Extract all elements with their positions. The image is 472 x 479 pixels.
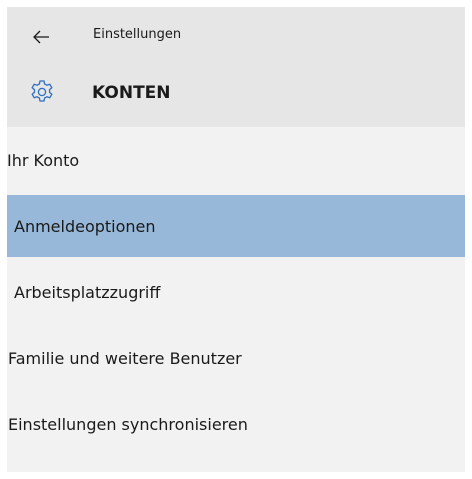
nav-item-label: Anmeldeoptionen xyxy=(14,216,156,236)
nav-item-familie[interactable]: Familie und weitere Benutzer xyxy=(7,325,465,391)
nav-item-ihr-konto[interactable]: Ihr Konto xyxy=(7,127,465,193)
settings-nav: Ihr Konto Anmeldeoptionen Arbeitsplatzzu… xyxy=(7,127,465,457)
nav-item-label: Ihr Konto xyxy=(7,150,80,170)
settings-window: Einstellungen KONTEN Ihr Konto Anmeldeop… xyxy=(0,0,472,479)
settings-panel: Einstellungen KONTEN Ihr Konto Anmeldeop… xyxy=(7,7,465,472)
nav-item-anmeldeoptionen[interactable]: Anmeldeoptionen xyxy=(7,195,465,257)
back-arrow-icon xyxy=(33,30,49,44)
gear-icon xyxy=(31,80,53,102)
nav-item-label: Einstellungen synchronisieren xyxy=(8,414,248,434)
nav-item-label: Arbeitsplatzzugriff xyxy=(14,282,161,302)
nav-item-synchronisieren[interactable]: Einstellungen synchronisieren xyxy=(7,391,465,457)
app-title: Einstellungen xyxy=(93,27,182,42)
header: Einstellungen KONTEN xyxy=(7,7,465,127)
back-button[interactable] xyxy=(23,19,59,55)
nav-item-label: Familie und weitere Benutzer xyxy=(8,348,242,368)
nav-item-arbeitsplatzzugriff[interactable]: Arbeitsplatzzugriff xyxy=(7,259,465,325)
section-title: KONTEN xyxy=(92,83,171,103)
